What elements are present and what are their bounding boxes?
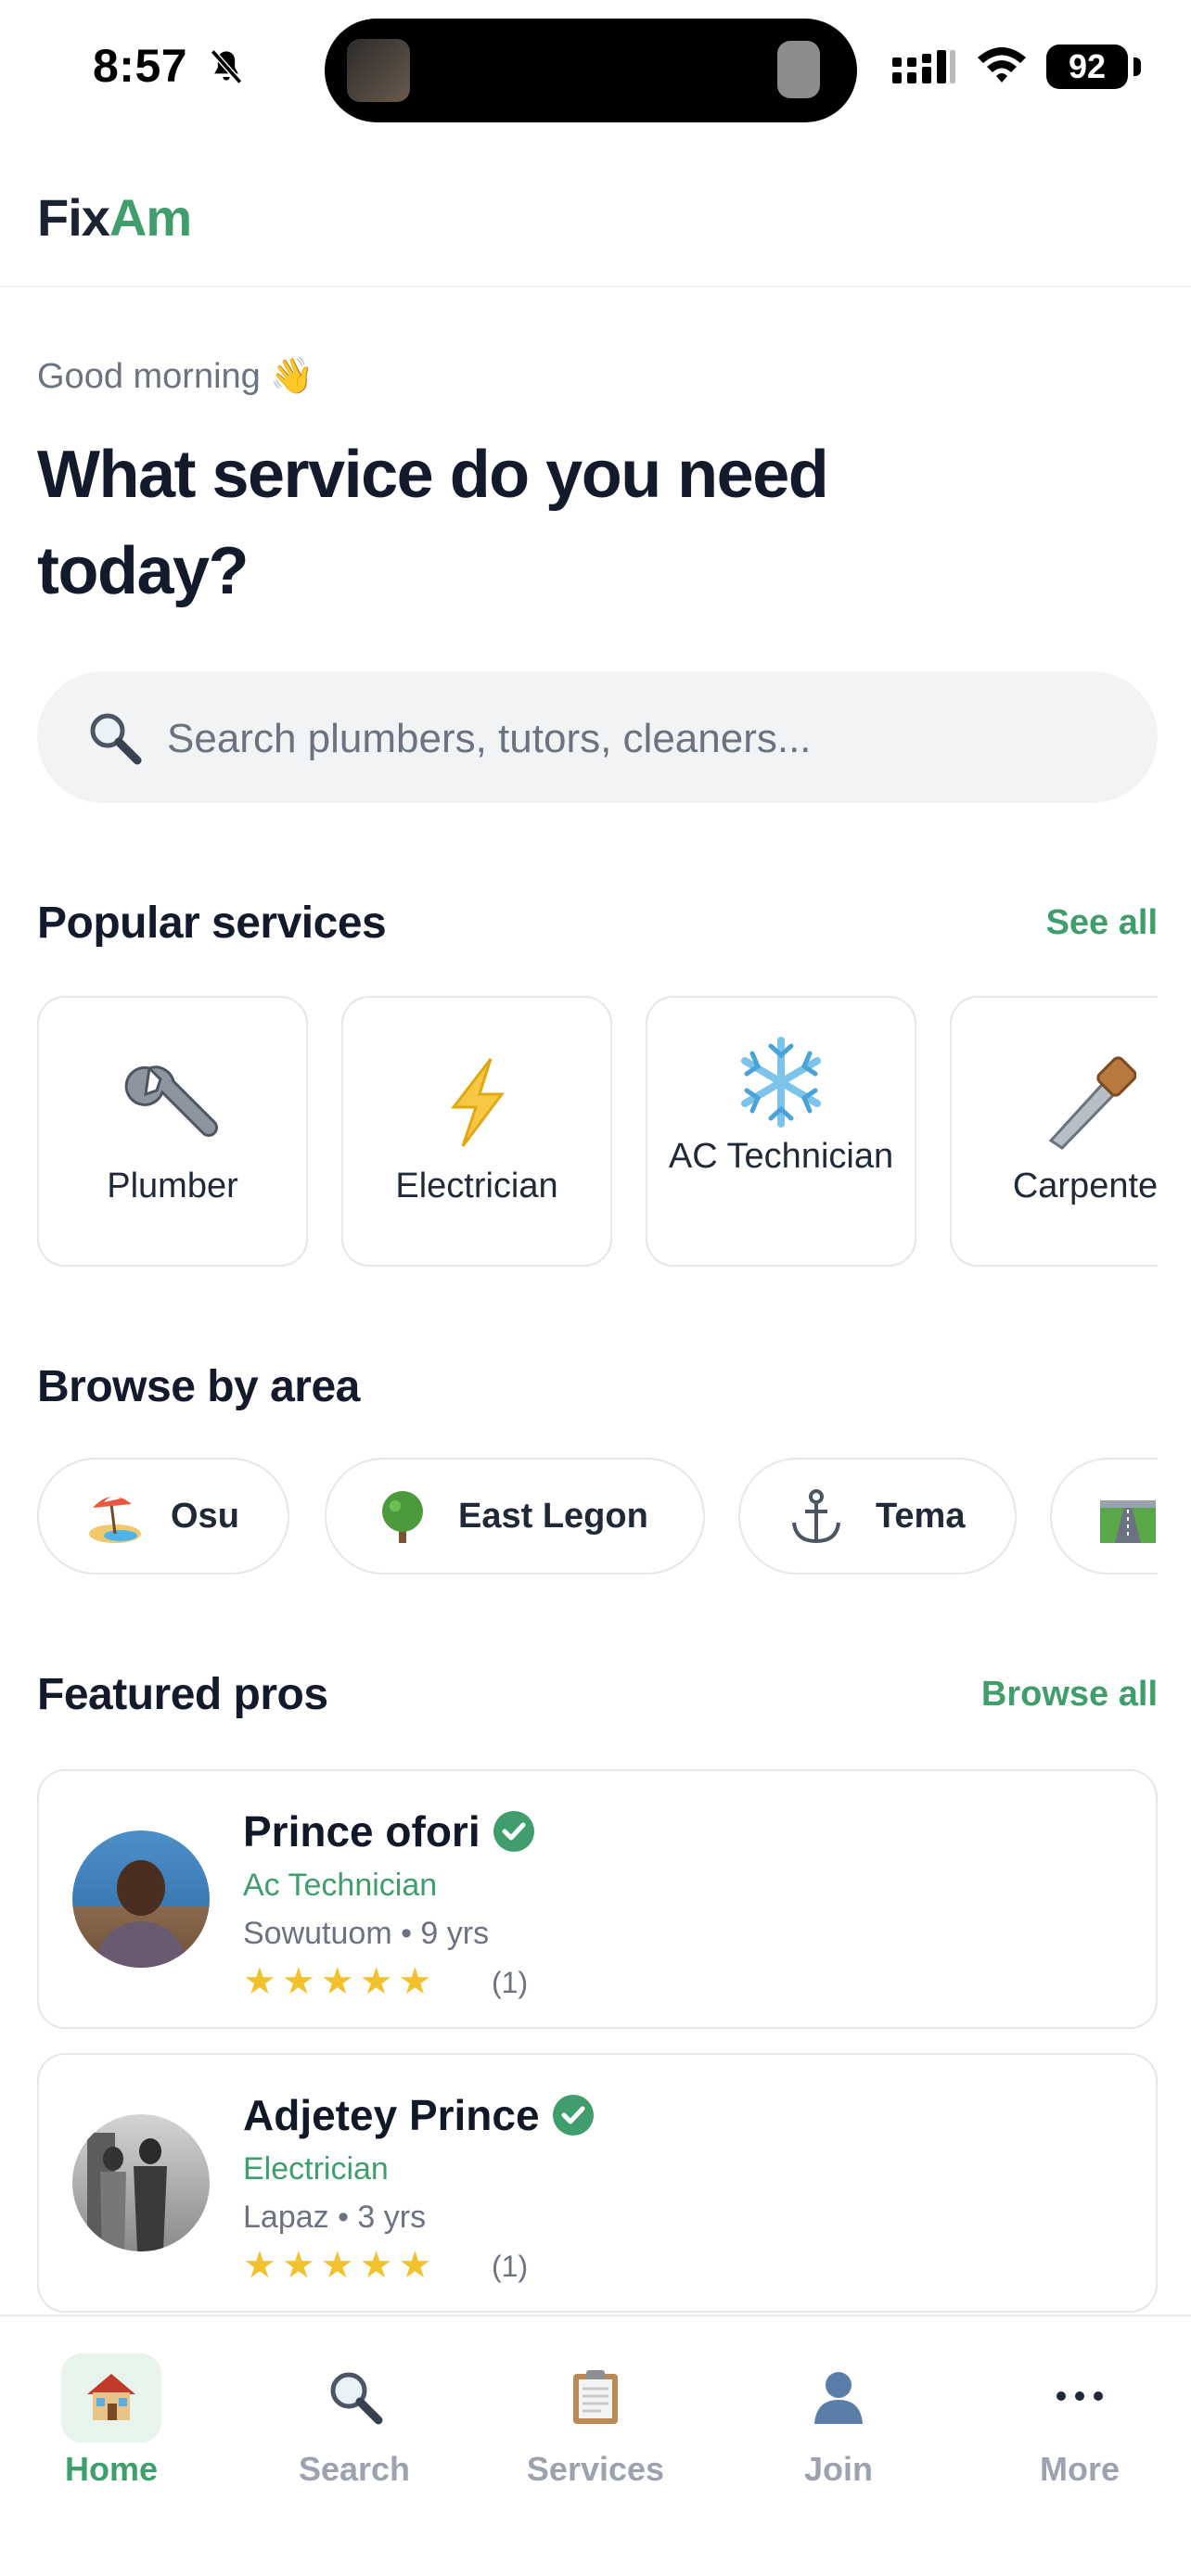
page-title: What service do you need today? xyxy=(37,438,829,608)
anchor-icon xyxy=(792,1489,840,1544)
verified-check-icon xyxy=(493,1810,534,1852)
services-carousel[interactable]: Plumber Electrician AC Technician Carpen… xyxy=(0,996,1158,1269)
star-rating-icon: ★★★★★ xyxy=(243,1961,438,2002)
status-time: 8:57 xyxy=(93,40,188,92)
search-input[interactable]: Search plumbers, tutors, cleaners... xyxy=(37,671,1158,803)
now-playing-thumbnail xyxy=(347,39,410,102)
area-label: Osu xyxy=(171,1497,239,1536)
service-card-carpenter[interactable]: Carpente xyxy=(950,996,1158,1267)
tab-icon-wrap xyxy=(304,2353,404,2442)
tab-label: Join xyxy=(803,2450,873,2488)
area-chip-tema[interactable]: Tema xyxy=(738,1458,1017,1575)
wrench-icon xyxy=(124,1065,218,1137)
tab-label: Home xyxy=(64,2450,159,2488)
logo-am: Am xyxy=(109,188,192,247)
area-chip-osu[interactable]: Osu xyxy=(37,1458,289,1575)
more-icon xyxy=(1057,2391,1103,2401)
dynamic-island xyxy=(325,19,857,122)
app-header: FixAm xyxy=(0,139,1191,287)
bottom-tab-bar: Home Search Services Join More xyxy=(0,2315,1191,2576)
service-label: Carpente xyxy=(1012,1167,1158,1205)
pro-name: Prince ofori xyxy=(243,1806,534,1856)
battery-nub xyxy=(1133,57,1141,76)
saw-icon xyxy=(1048,1056,1136,1150)
lightning-icon xyxy=(450,1058,505,1147)
bell-muted-icon xyxy=(210,49,243,84)
app-logo[interactable]: FixAm xyxy=(37,187,192,248)
review-count: (1) xyxy=(492,1966,529,1999)
verified-check-icon xyxy=(552,2094,594,2136)
tab-icon-wrap xyxy=(545,2353,646,2442)
see-all-link[interactable]: See all xyxy=(1046,903,1158,943)
tree-icon xyxy=(382,1491,423,1543)
house-icon xyxy=(87,2374,135,2420)
areas-carousel[interactable]: Osu East Legon Tema xyxy=(0,1458,1158,1578)
beach-icon xyxy=(89,1496,141,1543)
pro-meta: Sowutuom • 9 yrs xyxy=(243,1916,490,1951)
snowflake-icon xyxy=(741,1037,821,1128)
tab-icon-wrap xyxy=(61,2353,161,2442)
area-chip-partial[interactable] xyxy=(1050,1458,1158,1575)
person-icon xyxy=(814,2372,863,2424)
tab-label: Services xyxy=(526,2450,665,2488)
pro-meta: Lapaz • 3 yrs xyxy=(243,2200,427,2235)
area-label: Tema xyxy=(876,1497,966,1536)
browse-by-area-heading: Browse by area xyxy=(37,1362,360,1411)
tab-home[interactable]: Home xyxy=(19,2353,204,2493)
cellular-signal-icon xyxy=(892,50,955,83)
avatar-photo xyxy=(87,2133,167,2251)
wifi-icon xyxy=(978,47,1026,83)
browse-all-link[interactable]: Browse all xyxy=(981,1675,1158,1715)
star-rating-icon: ★★★★★ xyxy=(243,2245,438,2286)
magnifier-icon xyxy=(90,713,142,765)
pro-card[interactable]: Prince ofori Ac Technician Sowutuom • 9 … xyxy=(37,1769,1158,2029)
search-placeholder: Search plumbers, tutors, cleaners... xyxy=(167,716,812,761)
pro-card[interactable]: Adjetey Prince Electrician Lapaz • 3 yrs… xyxy=(37,2053,1158,2313)
motorway-icon xyxy=(1100,1500,1156,1543)
pro-name: Adjetey Prince xyxy=(243,2090,594,2140)
clipboard-icon xyxy=(573,2370,618,2424)
featured-pros-heading: Featured pros xyxy=(37,1670,328,1719)
area-chip-east-legon[interactable]: East Legon xyxy=(325,1458,705,1575)
tab-icon-wrap xyxy=(1030,2353,1130,2442)
tab-join[interactable]: Join xyxy=(746,2353,931,2493)
status-bar: 8:57 92 xyxy=(0,0,1191,139)
service-card-plumber[interactable]: Plumber xyxy=(37,996,308,1267)
tab-label: More xyxy=(1039,2450,1120,2488)
tab-icon-wrap xyxy=(788,2353,889,2442)
avatar-photo xyxy=(95,1860,187,1968)
service-card-ac-technician[interactable]: AC Technician xyxy=(646,996,916,1267)
service-label: Plumber xyxy=(107,1167,238,1205)
island-indicator xyxy=(777,41,820,98)
popular-services-heading: Popular services xyxy=(37,899,387,948)
battery-indicator: 92 xyxy=(1046,45,1128,89)
avatar xyxy=(72,1830,210,1968)
service-label: AC Technician xyxy=(668,1137,894,1176)
tab-more[interactable]: More xyxy=(987,2353,1172,2493)
logo-fix: Fix xyxy=(37,188,110,247)
pro-name-text: Prince ofori xyxy=(243,1807,480,1855)
pro-name-text: Adjetey Prince xyxy=(243,2091,540,2139)
review-count: (1) xyxy=(492,2250,529,2283)
pro-role: Electrician xyxy=(243,2151,389,2187)
tab-search[interactable]: Search xyxy=(262,2353,447,2493)
pro-role: Ac Technician xyxy=(243,1868,438,1903)
service-card-electrician[interactable]: Electrician xyxy=(341,996,612,1267)
greeting-text: Good morning 👋 xyxy=(37,357,314,396)
service-label: Electrician xyxy=(395,1167,558,1205)
tab-label: Search xyxy=(298,2450,411,2488)
area-label: East Legon xyxy=(458,1497,648,1536)
avatar xyxy=(72,2114,210,2251)
tab-services[interactable]: Services xyxy=(503,2353,688,2493)
magnifier-icon xyxy=(330,2372,383,2425)
